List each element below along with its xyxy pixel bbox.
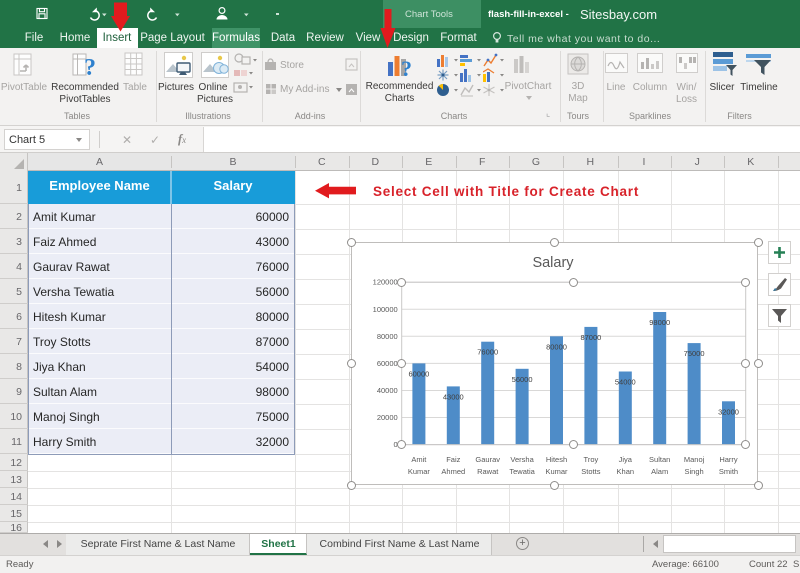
svg-text:40000: 40000 <box>377 386 398 395</box>
svg-text:Tewatia: Tewatia <box>509 467 535 476</box>
svg-text:43000: 43000 <box>443 392 464 401</box>
svg-text:?: ? <box>84 55 96 79</box>
svg-text:120000: 120000 <box>373 278 398 287</box>
svg-text:Jiya: Jiya <box>619 455 633 464</box>
svg-text:75000: 75000 <box>684 349 705 358</box>
svg-text:Smith: Smith <box>719 467 738 476</box>
svg-text:Sultan: Sultan <box>649 455 670 464</box>
svg-text:Alam: Alam <box>651 467 668 476</box>
svg-text:76000: 76000 <box>477 348 498 357</box>
svg-text:Khan: Khan <box>617 467 635 476</box>
svg-text:Faiz: Faiz <box>446 455 460 464</box>
svg-text:32000: 32000 <box>718 407 739 416</box>
svg-text:Kumar: Kumar <box>545 467 568 476</box>
svg-text:Salary: Salary <box>532 255 574 271</box>
svg-text:Singh: Singh <box>685 467 704 476</box>
svg-text:Manoj: Manoj <box>684 455 705 464</box>
svg-text:100000: 100000 <box>373 305 398 314</box>
svg-text:Harry: Harry <box>719 455 738 464</box>
svg-text:56000: 56000 <box>512 375 533 384</box>
svg-text:?: ? <box>401 56 412 80</box>
svg-text:Rawat: Rawat <box>477 467 499 476</box>
svg-text:60000: 60000 <box>408 369 429 378</box>
svg-text:Troy: Troy <box>584 455 599 464</box>
svg-text:98000: 98000 <box>649 318 670 327</box>
svg-text:Ahmed: Ahmed <box>441 467 465 476</box>
svg-text:54000: 54000 <box>615 378 636 387</box>
svg-text:20000: 20000 <box>377 413 398 422</box>
svg-text:Stotts: Stotts <box>581 467 600 476</box>
svg-text:87000: 87000 <box>580 333 601 342</box>
svg-text:Amit: Amit <box>411 455 427 464</box>
svg-text:Kumar: Kumar <box>408 467 431 476</box>
svg-text:Versha: Versha <box>510 455 534 464</box>
svg-text:80000: 80000 <box>546 342 567 351</box>
svg-text:Hitesh: Hitesh <box>546 455 567 464</box>
svg-text:Gaurav: Gaurav <box>475 455 500 464</box>
svg-text:60000: 60000 <box>377 359 398 368</box>
svg-text:80000: 80000 <box>377 332 398 341</box>
